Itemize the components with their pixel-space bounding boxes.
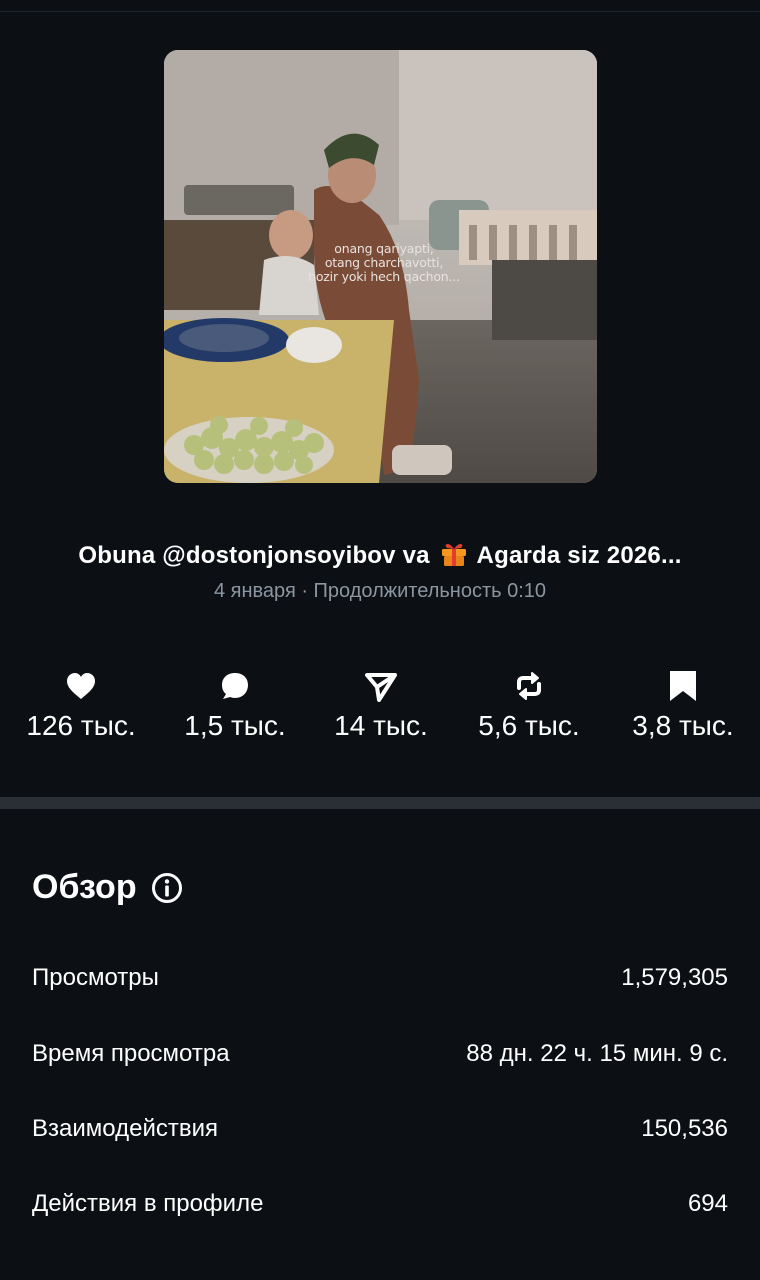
thumbnail-caption: onang qariyapti, otang charchavotti, hoz… (284, 242, 484, 284)
comment-icon (222, 673, 248, 699)
row-value: 694 (687, 1190, 728, 1217)
bookmark-icon (670, 671, 696, 701)
video-thumbnail[interactable]: onang qariyapti, otang charchavotti, hoz… (164, 50, 597, 483)
stat-comments[interactable]: 1,5 тыс. (150, 668, 320, 742)
top-separator (0, 0, 760, 12)
info-icon[interactable] (151, 872, 183, 904)
row-value: 88 дн. 22 ч. 15 мин. 9 с. (466, 1040, 728, 1067)
likes-count: 126 тыс. (26, 710, 136, 741)
row-value: 150,536 (641, 1115, 728, 1142)
caption-line: otang charchavotti, (324, 255, 444, 270)
row-label: Время просмотра (32, 1040, 230, 1067)
stat-bookmarks[interactable]: 3,8 тыс. (598, 668, 760, 742)
overview-title: Обзор (32, 868, 137, 906)
comments-count: 1,5 тыс. (184, 710, 286, 741)
caption-line: onang qariyapti, (334, 241, 434, 256)
caption-line: hozir yoki hech qachon... (308, 269, 460, 284)
overview-header: Обзор (32, 868, 183, 907)
stat-likes[interactable]: 126 тыс. (0, 668, 166, 742)
overview-row-profile-actions: Действия в профиле 694 (32, 1190, 728, 1218)
stat-shares[interactable]: 14 тыс. (296, 668, 466, 742)
engagement-stats: 126 тыс. 1,5 тыс. 14 тыс. 5,6 тыс. 3,8 т… (0, 668, 760, 758)
post-title-end: Agarda siz 2026... (476, 542, 682, 569)
shares-count: 14 тыс. (334, 710, 428, 741)
overview-row-interactions: Взаимодействия 150,536 (32, 1115, 728, 1143)
post-meta: 4 января · Продолжительность 0:10 (213, 580, 547, 602)
overview-row-watch-time: Время просмотра 88 дн. 22 ч. 15 мин. 9 с… (32, 1040, 728, 1068)
row-label: Действия в профиле (32, 1190, 264, 1217)
section-divider (0, 797, 760, 809)
gift-icon (441, 543, 466, 566)
overview-row-views: Просмотры 1,579,305 (32, 964, 728, 992)
repost-icon (517, 672, 541, 700)
heart-icon (67, 673, 95, 699)
reposts-count: 5,6 тыс. (478, 710, 580, 741)
bookmarks-count: 3,8 тыс. (632, 710, 734, 741)
share-icon (365, 673, 397, 702)
row-label: Взаимодействия (32, 1115, 218, 1142)
stat-reposts[interactable]: 5,6 тыс. (444, 668, 614, 742)
row-label: Просмотры (32, 964, 159, 991)
row-value: 1,579,305 (621, 964, 728, 991)
post-title: Obuna @dostonjonsoyibov va Agarda siz 20… (0, 538, 760, 570)
post-title-start: Obuna @dostonjonsoyibov va (78, 542, 430, 569)
